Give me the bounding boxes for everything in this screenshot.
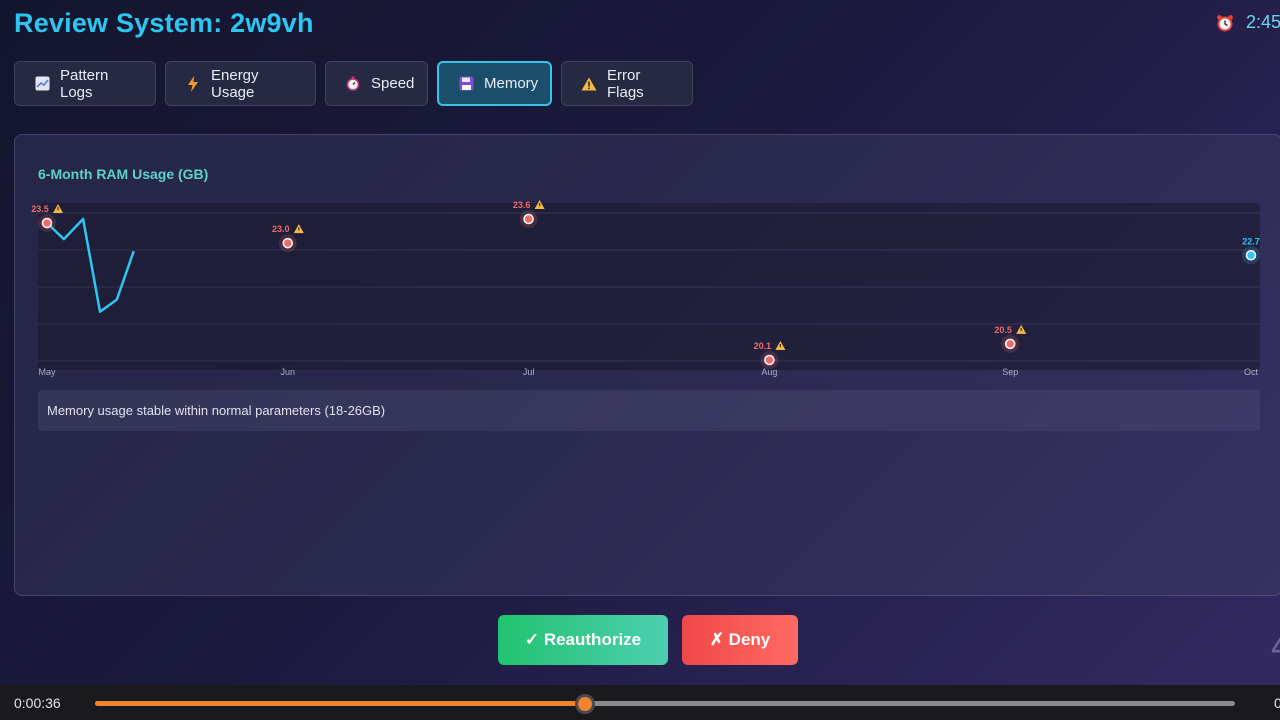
x-tick-label: Sep: [1002, 367, 1018, 377]
data-point: [764, 354, 775, 366]
data-point: [1004, 338, 1016, 350]
data-point: [282, 237, 294, 249]
x-tick-label: Oct: [1244, 367, 1259, 377]
tab-energy-usage[interactable]: Energy Usage: [165, 61, 316, 106]
progress-handle[interactable]: [575, 694, 596, 714]
tab-speed[interactable]: Speed: [325, 61, 428, 106]
tab-pattern-logs[interactable]: Pattern Logs: [14, 61, 156, 106]
tab-label: Speed: [371, 75, 415, 92]
data-label: 22.7: [1242, 236, 1260, 246]
current-time: 0:00:36: [14, 695, 61, 711]
warning-icon-mark: [539, 203, 541, 207]
chart-icon: [34, 76, 50, 92]
tab-bar: Pattern Logs Energy Usage Speed Memory E…: [14, 61, 693, 106]
warning-icon: [581, 76, 597, 92]
data-point: [523, 213, 534, 225]
corner-number: 4: [1271, 632, 1280, 662]
ram-usage-chart: May Jun Jul Aug Sep Oct23.523.023.620.120.522…: [31, 200, 1260, 377]
warning-icon-mark: [1020, 327, 1022, 332]
tab-label: Energy Usage: [211, 66, 259, 101]
reauthorize-button[interactable]: ✓ Reauthorize: [498, 615, 668, 665]
x-tick-label: Jun: [281, 367, 296, 377]
deny-button[interactable]: ✗ Deny: [682, 615, 798, 665]
data-point: [1245, 249, 1257, 261]
data-label: 23.6: [513, 200, 531, 210]
timer-value: 2:45: [1246, 12, 1280, 32]
tab-label: Pattern Logs: [60, 66, 109, 101]
warning-icon-mark: [779, 344, 781, 348]
floppy-disk-icon: [458, 76, 474, 92]
x-tick-label: Jul: [523, 367, 535, 377]
page-title: Review System: 2w9vh: [14, 8, 314, 38]
tab-label: Memory: [484, 75, 539, 92]
video-player-bar: 0:00:36 0:: [0, 685, 1280, 720]
warning-icon-mark: [57, 207, 59, 211]
progress-fill: [95, 701, 586, 706]
x-tick-label: May: [38, 367, 56, 377]
tab-memory[interactable]: Memory: [437, 61, 552, 106]
data-label: 23.0: [272, 224, 290, 234]
end-time: 0:: [1274, 695, 1280, 711]
data-label: 23.5: [31, 204, 49, 214]
tab-error-flags[interactable]: Error Flags: [561, 61, 693, 106]
tab-label: Error Flags: [607, 66, 644, 101]
timer: 2:45: [1216, 12, 1280, 33]
lightning-icon: [185, 75, 201, 92]
progress-track[interactable]: [95, 694, 1235, 714]
stopwatch-icon: [345, 76, 361, 92]
series-line: [46, 217, 135, 313]
data-point: [41, 217, 53, 229]
warning-icon-mark: [298, 227, 300, 231]
alarm-clock-icon: [1217, 14, 1233, 31]
data-label: 20.1: [754, 341, 772, 351]
memory-panel: 6-Month RAM Usage (GB) May Jun Jul Aug Sep Oc…: [14, 134, 1280, 596]
data-label: 20.5: [994, 325, 1012, 335]
status-message: Memory usage stable within normal parame…: [38, 390, 1260, 431]
